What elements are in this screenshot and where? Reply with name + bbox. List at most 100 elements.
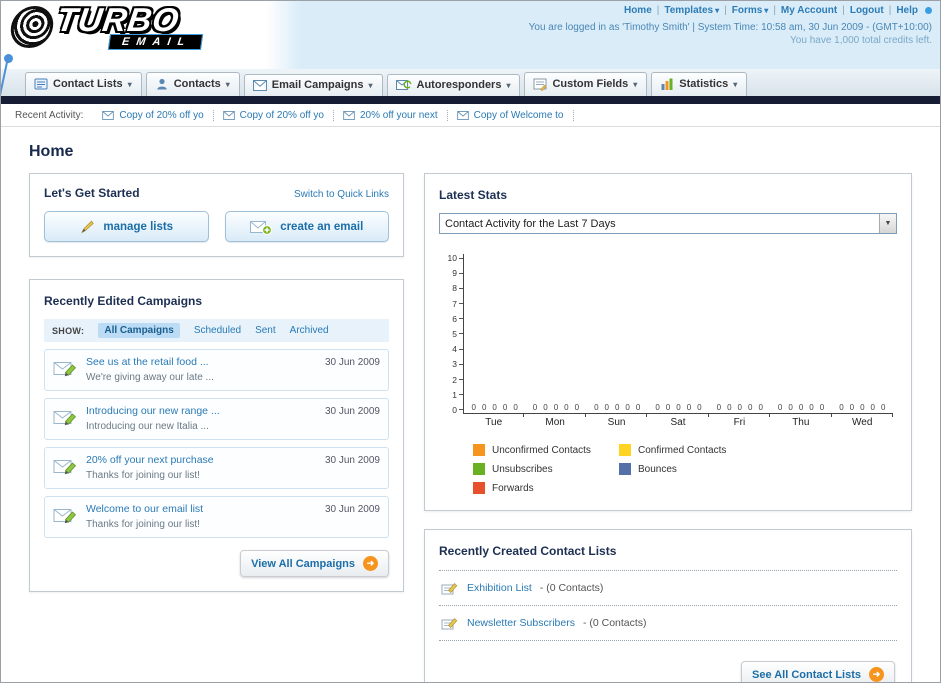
tab-custom-fields[interactable]: Custom Fields ▾ bbox=[524, 72, 648, 96]
tab-label: Email Campaigns bbox=[271, 79, 364, 91]
recent-activity-item-label: Copy of Welcome to bbox=[473, 109, 564, 121]
latest-stats-panel: Latest Stats Contact Activity for the La… bbox=[424, 173, 912, 511]
chevron-down-icon: ▾ bbox=[506, 80, 511, 90]
nav-logout[interactable]: Logout bbox=[850, 5, 884, 16]
filter-archived[interactable]: Archived bbox=[290, 325, 329, 336]
statistics-icon bbox=[660, 77, 674, 91]
chart-x-tick-label: Tue bbox=[463, 413, 525, 428]
chart-value-label: 0 bbox=[513, 403, 518, 412]
contact-list-link[interactable]: Exhibition List bbox=[467, 582, 532, 594]
tab-contacts[interactable]: Contacts ▾ bbox=[145, 72, 240, 96]
chart-value-label: 0 bbox=[614, 403, 620, 412]
filter-scheduled[interactable]: Scheduled bbox=[194, 325, 241, 336]
chart-y-tick-label: 4 bbox=[452, 345, 463, 354]
envelope-pencil-icon bbox=[53, 456, 77, 476]
chart-y-tick-label: 0 bbox=[452, 406, 463, 415]
chart-y-tick-label: 10 bbox=[448, 254, 463, 263]
app-window: TURBO EMAIL Home | Templates ▾ | Forms ▾ |… bbox=[0, 0, 941, 683]
tab-contact-lists[interactable]: Contact Lists ▾ bbox=[25, 72, 142, 96]
chart-value-label: 0 bbox=[625, 403, 630, 412]
chart-value-label: 0 bbox=[635, 403, 641, 412]
tab-statistics[interactable]: Statistics ▾ bbox=[651, 72, 748, 96]
stats-period-value: Contact Activity for the Last 7 Days bbox=[445, 217, 616, 230]
chart-value-group: 00000 bbox=[525, 403, 586, 412]
manage-lists-label: manage lists bbox=[103, 220, 174, 233]
legend-label: Unconfirmed Contacts bbox=[492, 444, 591, 456]
envelope-pencil-icon bbox=[53, 407, 77, 427]
recent-activity-item[interactable]: Copy of 20% off yo bbox=[93, 109, 214, 121]
envelope-icon bbox=[102, 111, 114, 120]
contact-list-row: Exhibition List - (0 Contacts) bbox=[439, 571, 897, 606]
nav-forms[interactable]: Forms ▾ bbox=[732, 5, 769, 16]
chart-x-tick-label: Mon bbox=[524, 413, 587, 428]
chart-value-label: 0 bbox=[839, 403, 844, 412]
legend-label: Confirmed Contacts bbox=[638, 444, 727, 456]
campaign-subtitle: Thanks for joining our list! bbox=[86, 519, 200, 530]
recent-activity-item[interactable]: 20% off your next bbox=[334, 109, 448, 121]
campaign-row: See us at the retail food ... We're givi… bbox=[44, 349, 389, 391]
contact-lists-icon bbox=[34, 77, 48, 91]
chart-value-label: 0 bbox=[870, 403, 875, 412]
credits-info: You have 1,000 total credits left. bbox=[790, 35, 932, 46]
header: TURBO EMAIL Home | Templates ▾ | Forms ▾ |… bbox=[1, 1, 940, 69]
stats-period-select[interactable]: Contact Activity for the Last 7 Days ▼ bbox=[439, 213, 897, 234]
nav-separator: | bbox=[888, 5, 892, 16]
chart-x-tick-label: Sat bbox=[647, 413, 710, 428]
campaign-link[interactable]: Introducing our new range ... bbox=[86, 405, 316, 417]
legend-item: Unsubscribes bbox=[473, 463, 619, 475]
campaign-link[interactable]: 20% off your next purchase bbox=[86, 454, 316, 466]
filter-all-campaigns[interactable]: All Campaigns bbox=[98, 323, 180, 338]
chart-value-label: 0 bbox=[532, 403, 538, 412]
chart-value-label: 0 bbox=[686, 403, 692, 412]
view-all-campaigns-label: View All Campaigns bbox=[251, 557, 355, 570]
tab-autoresponders[interactable]: Autoresponders ▾ bbox=[386, 74, 521, 96]
nav-help[interactable]: Help bbox=[896, 5, 918, 16]
nav-home[interactable]: Home bbox=[624, 5, 652, 16]
see-all-contact-lists-button[interactable]: See All Contact Lists ➜ bbox=[740, 661, 895, 682]
chart-value-label: 0 bbox=[860, 403, 865, 412]
nav-separator: | bbox=[773, 5, 776, 16]
chevron-down-icon: ▾ bbox=[733, 79, 738, 89]
recent-activity-item[interactable]: Copy of 20% off yo bbox=[214, 109, 334, 121]
campaign-link[interactable]: Welcome to our email list bbox=[86, 503, 316, 515]
chart-value-label: 0 bbox=[716, 403, 722, 412]
recent-activity-item[interactable]: Copy of Welcome to bbox=[448, 109, 574, 121]
logo-title: TURBO bbox=[54, 1, 182, 38]
chart-value-group: 00000 bbox=[770, 403, 831, 412]
top-nav: Home | Templates ▾ | Forms ▾ | My Account … bbox=[529, 5, 932, 16]
manage-lists-button[interactable]: manage lists bbox=[44, 211, 209, 242]
campaign-link[interactable]: See us at the retail food ... bbox=[86, 356, 316, 368]
campaign-date: 30 Jun 2009 bbox=[324, 455, 380, 466]
chevron-down-icon: ▾ bbox=[127, 79, 132, 89]
envelope-plus-icon bbox=[250, 219, 272, 235]
legend-item: Confirmed Contacts bbox=[619, 444, 765, 456]
nav-templates[interactable]: Templates ▾ bbox=[664, 5, 719, 16]
envelope-icon bbox=[457, 111, 469, 120]
main-content: Home Let's Get Started Switch to Quick L… bbox=[1, 127, 940, 682]
chart-y-tick-label: 9 bbox=[452, 269, 463, 278]
app-logo[interactable]: TURBO EMAIL bbox=[8, 1, 204, 51]
main-nav-tabs: Contact Lists ▾ Contacts ▾ Email Campaig… bbox=[1, 69, 940, 96]
view-all-campaigns-button[interactable]: View All Campaigns ➜ bbox=[240, 550, 389, 577]
chart-y-tick-label: 2 bbox=[452, 375, 463, 384]
chevron-down-icon: ▾ bbox=[633, 79, 638, 89]
nav-forms-label: Forms bbox=[731, 5, 763, 16]
chart-value-label: 0 bbox=[564, 403, 569, 412]
nav-my-account[interactable]: My Account bbox=[781, 5, 837, 16]
legend-label: Unsubscribes bbox=[492, 463, 553, 475]
contact-list-link[interactable]: Newsletter Subscribers bbox=[467, 617, 575, 629]
contact-activity-chart: 10 9 8 7 6 5 4 3 2 1 0 000000000000000000000000000… bbox=[441, 254, 894, 494]
contacts-icon bbox=[155, 77, 169, 91]
email-campaigns-icon bbox=[253, 80, 267, 91]
campaign-row: 20% off your next purchase Thanks for jo… bbox=[44, 447, 389, 489]
login-info: You are logged in as 'Timothy Smith' | S… bbox=[528, 22, 932, 33]
campaign-subtitle: We're giving away our late ... bbox=[86, 372, 214, 383]
nav-help-label: Help bbox=[896, 5, 918, 16]
switch-to-quick-links[interactable]: Switch to Quick Links bbox=[294, 189, 389, 200]
filter-sent[interactable]: Sent bbox=[255, 325, 276, 336]
chart-value-label: 0 bbox=[819, 403, 825, 412]
chart-y-tick-label: 6 bbox=[452, 315, 463, 324]
tab-email-campaigns[interactable]: Email Campaigns ▾ bbox=[243, 74, 383, 96]
create-email-button[interactable]: create an email bbox=[224, 211, 389, 242]
chart-y-tick-label: 5 bbox=[452, 330, 463, 339]
